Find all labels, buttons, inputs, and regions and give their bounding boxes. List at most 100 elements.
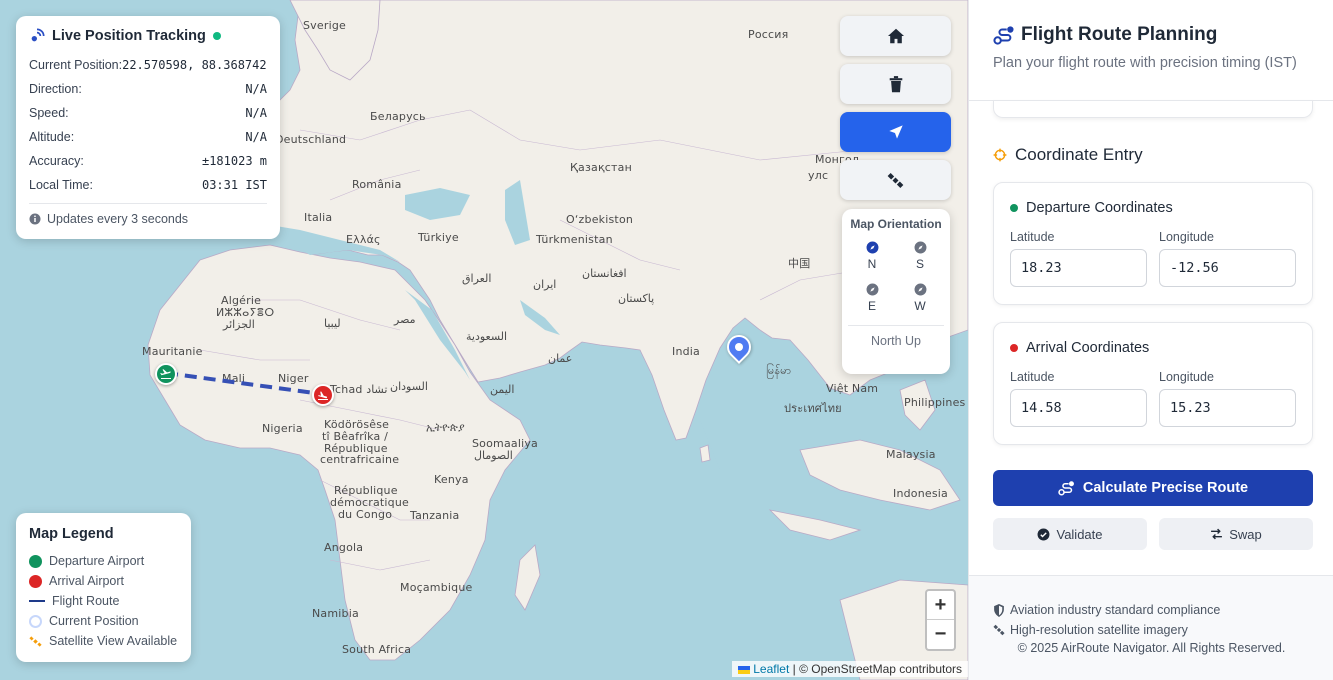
orientation-east[interactable]: E xyxy=(848,283,896,313)
compass-icon xyxy=(866,283,878,296)
calculate-route-button[interactable]: Calculate Precise Route xyxy=(993,470,1313,506)
tracking-label: Accuracy: xyxy=(29,154,84,168)
tracking-value: 03:31 IST xyxy=(201,178,267,192)
legend-label: Departure Airport xyxy=(49,554,145,568)
tracking-value: N/A xyxy=(245,130,267,144)
coordinate-entry-heading: Coordinate Entry xyxy=(993,145,1143,165)
orientation-west[interactable]: W xyxy=(896,283,944,313)
latitude-label: Latitude xyxy=(1010,370,1055,384)
arrival-coordinates-card: Arrival Coordinates Latitude Longitude xyxy=(993,322,1313,445)
compliance-line: Aviation industry standard compliance xyxy=(993,600,1310,620)
attribution-text: | © OpenStreetMap contributors xyxy=(792,662,962,676)
map-place-label: پاکستان xyxy=(618,292,655,305)
leaflet-link[interactable]: Leaflet xyxy=(753,662,789,676)
map-place-label: Türkmenistan xyxy=(536,233,613,246)
tracking-row-local-time: Local Time: 03:31 IST xyxy=(29,173,267,197)
compass-icon xyxy=(914,241,926,254)
departure-airport-marker[interactable] xyxy=(155,363,177,385)
map-place-label: Mauritanie xyxy=(142,345,203,358)
legend-item-satellite: Satellite View Available xyxy=(29,631,178,651)
departure-dot xyxy=(1010,204,1018,212)
map-place-label: du Congo xyxy=(338,508,393,521)
map-place-label: عمان xyxy=(548,352,573,365)
tracking-value: N/A xyxy=(245,82,267,96)
copyright: © 2025 AirRoute Navigator. All Rights Re… xyxy=(1017,641,1286,655)
satellite-view-button[interactable] xyxy=(840,160,951,200)
map-legend: Map Legend Departure Airport Arrival Air… xyxy=(16,513,191,662)
arrival-longitude-input[interactable] xyxy=(1159,389,1296,427)
map-place-label: السودان xyxy=(390,380,428,393)
map-place-label: Indonesia xyxy=(893,487,948,500)
panel-footer: Aviation industry standard compliance Hi… xyxy=(969,575,1333,680)
map-place-label: Беларусь xyxy=(370,110,426,123)
zoom-control: + − xyxy=(925,589,956,651)
map-place-label: Қазақстан xyxy=(570,161,632,174)
route-icon xyxy=(993,26,1014,45)
departure-title: Departure Coordinates xyxy=(1026,200,1173,216)
map-place-label: Tanzania xyxy=(410,509,460,522)
shield-icon xyxy=(994,603,1004,617)
map-view[interactable]: Sverige Россия Беларусь Deutschland România Қ… xyxy=(0,0,968,680)
legend-item-arrival: Arrival Airport xyxy=(29,571,178,591)
orientation-north[interactable]: N xyxy=(848,241,896,271)
crosshairs-icon xyxy=(993,148,1007,162)
live-tracking-panel: Live Position Tracking Current Position:… xyxy=(16,16,280,239)
clear-route-button[interactable] xyxy=(840,64,951,104)
north-up-button[interactable]: North Up xyxy=(848,325,944,348)
orientation-title: Map Orientation xyxy=(850,217,942,231)
tracking-label: Local Time: xyxy=(29,178,93,192)
swap-button[interactable]: Swap xyxy=(1159,518,1313,550)
imagery-line: High-resolution satellite imagery xyxy=(993,620,1310,640)
zoom-out-button[interactable]: − xyxy=(927,620,954,649)
latitude-label: Latitude xyxy=(1010,230,1055,244)
map-place-label: Mali xyxy=(222,372,246,385)
map-place-label: ليبيا xyxy=(324,317,341,330)
map-place-label: ประเทศไทย xyxy=(784,402,842,415)
departure-longitude-input[interactable] xyxy=(1159,249,1296,287)
map-place-label: Italia xyxy=(304,211,333,224)
legend-label: Flight Route xyxy=(52,594,120,608)
departure-latitude-input[interactable] xyxy=(1010,249,1147,287)
map-place-label: Ελλάς xyxy=(346,233,381,246)
section-title: Coordinate Entry xyxy=(1015,145,1143,164)
arrival-latitude-input[interactable] xyxy=(1010,389,1147,427)
arrival-airport-marker[interactable] xyxy=(312,384,334,406)
map-place-label: India xyxy=(672,345,700,358)
orientation-label: S xyxy=(915,257,924,271)
validate-button[interactable]: Validate xyxy=(993,518,1147,550)
map-place-label: Nigeria xyxy=(262,422,303,435)
map-place-label: Việt Nam xyxy=(826,382,879,395)
map-place-label: Tchad تشاد xyxy=(330,383,388,396)
map-place-label: Malaysia xyxy=(886,448,936,461)
check-circle-icon xyxy=(1038,528,1050,540)
legend-item-route: Flight Route xyxy=(29,591,178,611)
map-place-label: ኢትዮጵያ xyxy=(426,421,465,434)
map-place-label: South Africa xyxy=(342,643,412,656)
panel-header: Flight Route Planning Plan your flight r… xyxy=(969,0,1333,101)
compliance-text: Aviation industry standard compliance xyxy=(1010,603,1221,617)
legend-item-current: Current Position xyxy=(29,611,178,631)
satellite-icon xyxy=(29,635,42,647)
map-place-label: Sverige xyxy=(303,19,346,32)
legend-label: Arrival Airport xyxy=(49,574,125,588)
map-place-label: مصر xyxy=(394,313,416,326)
orientation-south[interactable]: S xyxy=(896,241,944,271)
map-place-label: улс xyxy=(808,169,829,182)
locate-me-button[interactable] xyxy=(840,112,951,152)
route-planning-panel: Flight Route Planning Plan your flight r… xyxy=(968,0,1333,680)
map-place-label: الجزائر xyxy=(223,318,255,331)
map-place-label: افغانستان xyxy=(582,267,627,280)
map-place-label: اليمن xyxy=(490,383,515,396)
map-place-label: Angola xyxy=(324,541,364,554)
map-place-label: Россия xyxy=(748,28,789,41)
zoom-in-button[interactable]: + xyxy=(927,591,954,620)
tracking-value: N/A xyxy=(245,106,267,120)
satellite-icon xyxy=(993,624,1005,636)
tracking-label: Current Position: xyxy=(29,58,123,72)
home-button[interactable] xyxy=(840,16,951,56)
location-arrow-icon xyxy=(888,125,903,139)
map-place-label: Türkiye xyxy=(418,231,459,244)
legend-label: Current Position xyxy=(49,614,139,628)
arrival-swatch xyxy=(29,574,42,588)
map-place-label: 中国 xyxy=(788,257,811,270)
